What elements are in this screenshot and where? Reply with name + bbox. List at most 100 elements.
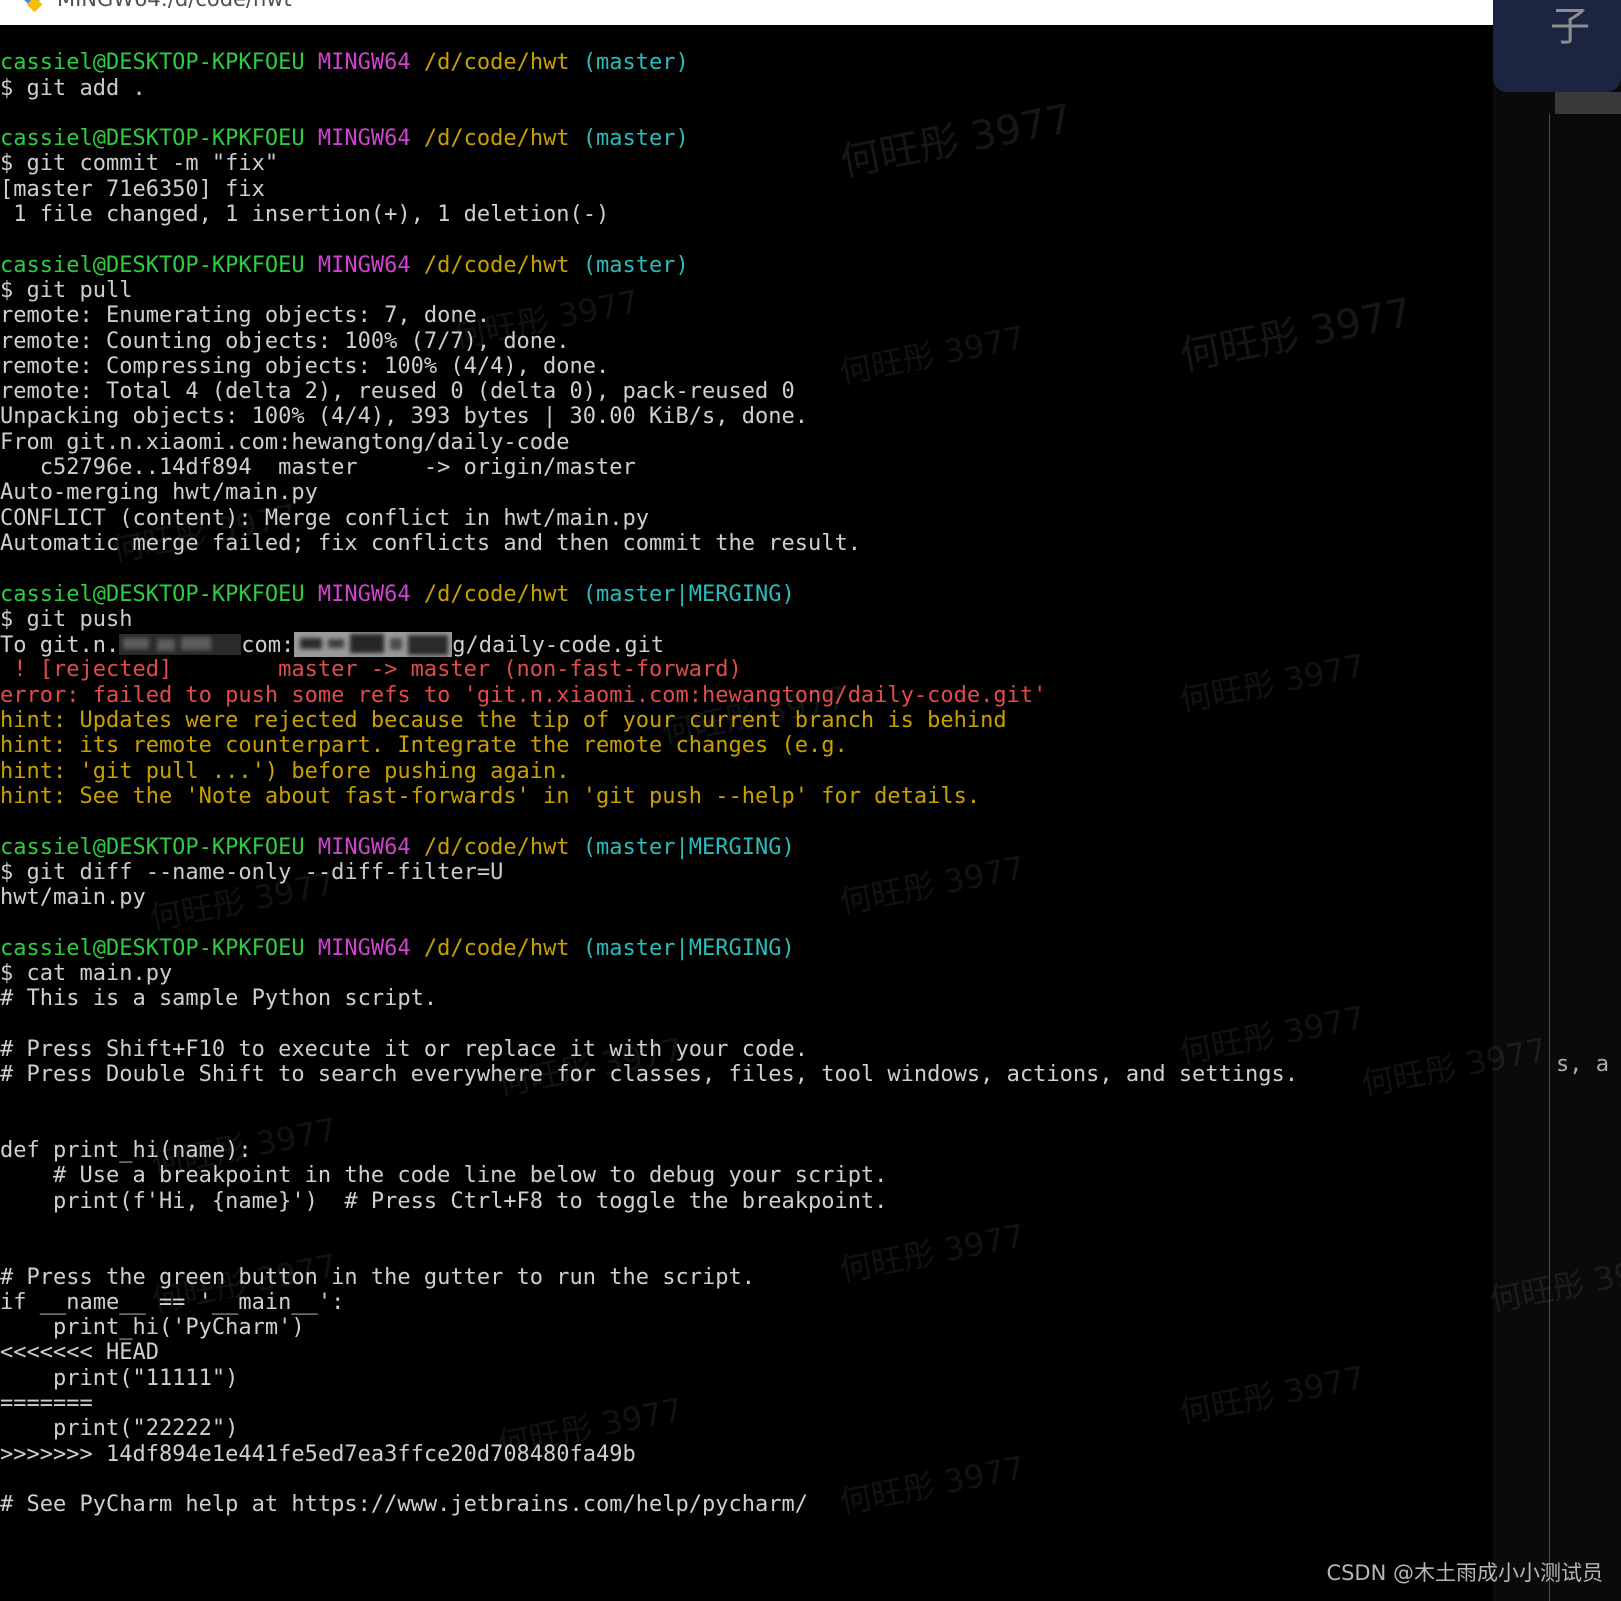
screen: 子 s, a MINGW64:/d/code/hwt cassiel@DESKT… — [0, 0, 1621, 1601]
output-line: print_hi('PyCharm') — [0, 1315, 305, 1341]
prompt-line: cassiel@DESKTOP-KPKFOEU MINGW64 /d/code/… — [0, 253, 1493, 278]
prompt-line: cassiel@DESKTOP-KPKFOEU MINGW64 /d/code/… — [0, 50, 1493, 75]
conflict-marker-separator: ======= — [0, 1391, 93, 1417]
prompt-line: cassiel@DESKTOP-KPKFOEU MINGW64 /d/code/… — [0, 936, 1493, 961]
output-line: 1 file changed, 1 insertion(+), 1 deleti… — [0, 202, 610, 228]
prompt-branch: (master|MERGING) — [582, 581, 795, 607]
terminal-window[interactable]: MINGW64:/d/code/hwt cassiel@DESKTOP-KPKF… — [0, 0, 1493, 1601]
window-title: MINGW64:/d/code/hwt — [57, 0, 292, 11]
output-line: print("11111") — [0, 1365, 239, 1391]
command-line: $ git add . — [0, 75, 146, 101]
prompt-shell: MINGW64 — [317, 252, 411, 278]
output-line: print(f'Hi, {name}') # Press Ctrl+F8 to … — [0, 1188, 888, 1214]
output-line-redacted-url: To git.n. com: g/daily-code.git — [0, 632, 1493, 659]
output-line: remote: Enumerating objects: 7, done. — [0, 303, 491, 329]
output-line: # Press Double Shift to search everywher… — [0, 1062, 1299, 1088]
output-line: c52796e..14df894 master -> origin/master — [0, 455, 636, 481]
command-line: $ git commit -m "fix" — [0, 151, 279, 177]
prompt-shell: MINGW64 — [317, 126, 411, 152]
command-line: $ git diff --name-only --diff-filter=U — [0, 859, 504, 885]
prompt-cwd: /d/code/hwt — [423, 834, 570, 860]
output-line: Unpacking objects: 100% (4/4), 393 bytes… — [0, 404, 808, 430]
prompt-user-host: cassiel@DESKTOP-KPKFOEU — [0, 834, 305, 860]
output-line: From git.n.xiaomi.com:hewangtong/daily-c… — [0, 429, 570, 455]
command-line: $ cat main.py — [0, 960, 173, 986]
output-line-hint: hint: 'git pull ...') before pushing aga… — [0, 758, 570, 784]
prompt-user-host: cassiel@DESKTOP-KPKFOEU — [0, 581, 305, 607]
prompt-branch: (master) — [582, 126, 689, 152]
output-line: Automatic merge failed; fix conflicts an… — [0, 530, 861, 556]
prompt-branch: (master|MERGING) — [582, 834, 795, 860]
output-line-hint: hint: its remote counterpart. Integrate … — [0, 733, 848, 759]
output-line: Auto-merging hwt/main.py — [0, 480, 318, 506]
prompt-shell: MINGW64 — [317, 581, 411, 607]
output-line: # See PyCharm help at https://www.jetbra… — [0, 1492, 808, 1518]
output-line-error: error: failed to push some refs to 'git.… — [0, 682, 1047, 708]
prompt-branch: (master|MERGING) — [582, 935, 795, 961]
output-line: [master 71e6350] fix — [0, 176, 265, 202]
redaction-block-user — [294, 632, 453, 658]
command-line: $ git push — [0, 606, 133, 632]
prompt-shell: MINGW64 — [317, 50, 411, 76]
output-line: print("22222") — [0, 1416, 239, 1442]
command-line: $ git pull — [0, 277, 133, 303]
output-line: if __name__ == '__main__': — [0, 1289, 345, 1315]
prompt-branch: (master) — [582, 252, 689, 278]
background-divider — [1549, 114, 1550, 1601]
output-line-hint: hint: See the 'Note about fast-forwards'… — [0, 783, 981, 809]
prompt-user-host: cassiel@DESKTOP-KPKFOEU — [0, 935, 305, 961]
output-line: # Press Shift+F10 to execute it or repla… — [0, 1036, 808, 1062]
output-line: remote: Total 4 (delta 2), reused 0 (del… — [0, 379, 795, 405]
prompt-cwd: /d/code/hwt — [423, 252, 570, 278]
prompt-line: cassiel@DESKTOP-KPKFOEU MINGW64 /d/code/… — [0, 126, 1493, 151]
conflict-marker-theirs: >>>>>>> 14df894e1e441fe5ed7ea3ffce20d708… — [0, 1441, 636, 1467]
background-toolbar — [1555, 92, 1621, 114]
output-line: CONFLICT (content): Merge conflict in hw… — [0, 505, 650, 531]
prompt-branch: (master) — [582, 50, 689, 76]
output-line: # Press the green button in the gutter t… — [0, 1264, 755, 1290]
prompt-cwd: /d/code/hwt — [423, 50, 570, 76]
output-line: # Use a breakpoint in the code line belo… — [0, 1163, 888, 1189]
output-line-rejected: ! [rejected] master -> master (non-fast-… — [0, 657, 742, 683]
prompt-line: cassiel@DESKTOP-KPKFOEU MINGW64 /d/code/… — [0, 582, 1493, 607]
prompt-user-host: cassiel@DESKTOP-KPKFOEU — [0, 50, 305, 76]
prompt-user-host: cassiel@DESKTOP-KPKFOEU — [0, 126, 305, 152]
prompt-cwd: /d/code/hwt — [423, 581, 570, 607]
output-line: remote: Compressing objects: 100% (4/4),… — [0, 353, 610, 379]
prompt-shell: MINGW64 — [317, 834, 411, 860]
conflict-marker-head: <<<<<<< HEAD — [0, 1340, 159, 1366]
prompt-shell: MINGW64 — [317, 935, 411, 961]
url-suffix: g/daily-code.git — [452, 633, 665, 659]
prompt-line: cassiel@DESKTOP-KPKFOEU MINGW64 /d/code/… — [0, 835, 1493, 860]
redaction-block-host — [119, 634, 242, 656]
terminal-output[interactable]: cassiel@DESKTOP-KPKFOEU MINGW64 /d/code/… — [0, 25, 1493, 1601]
prompt-cwd: /d/code/hwt — [423, 126, 570, 152]
output-line: hwt/main.py — [0, 885, 146, 911]
output-line: def print_hi(name): — [0, 1138, 252, 1164]
git-bash-icon — [23, 0, 48, 13]
prompt-user-host: cassiel@DESKTOP-KPKFOEU — [0, 252, 305, 278]
csdn-credit: CSDN @木土雨成小小测试员 — [1326, 1561, 1603, 1585]
url-prefix: To git.n. — [0, 633, 120, 659]
background-text-fragment: s, a — [1556, 1052, 1609, 1077]
window-titlebar[interactable]: MINGW64:/d/code/hwt — [0, 0, 1493, 25]
prompt-cwd: /d/code/hwt — [423, 935, 570, 961]
url-mid: com: — [241, 633, 295, 659]
background-glyph-fragment: 子 — [1550, 4, 1590, 50]
watermark: 何旺彤 3977 — [1486, 1246, 1621, 1320]
output-line-hint: hint: Updates were rejected because the … — [0, 708, 1007, 734]
output-line: remote: Counting objects: 100% (7/7), do… — [0, 328, 570, 354]
output-line: # This is a sample Python script. — [0, 986, 438, 1012]
